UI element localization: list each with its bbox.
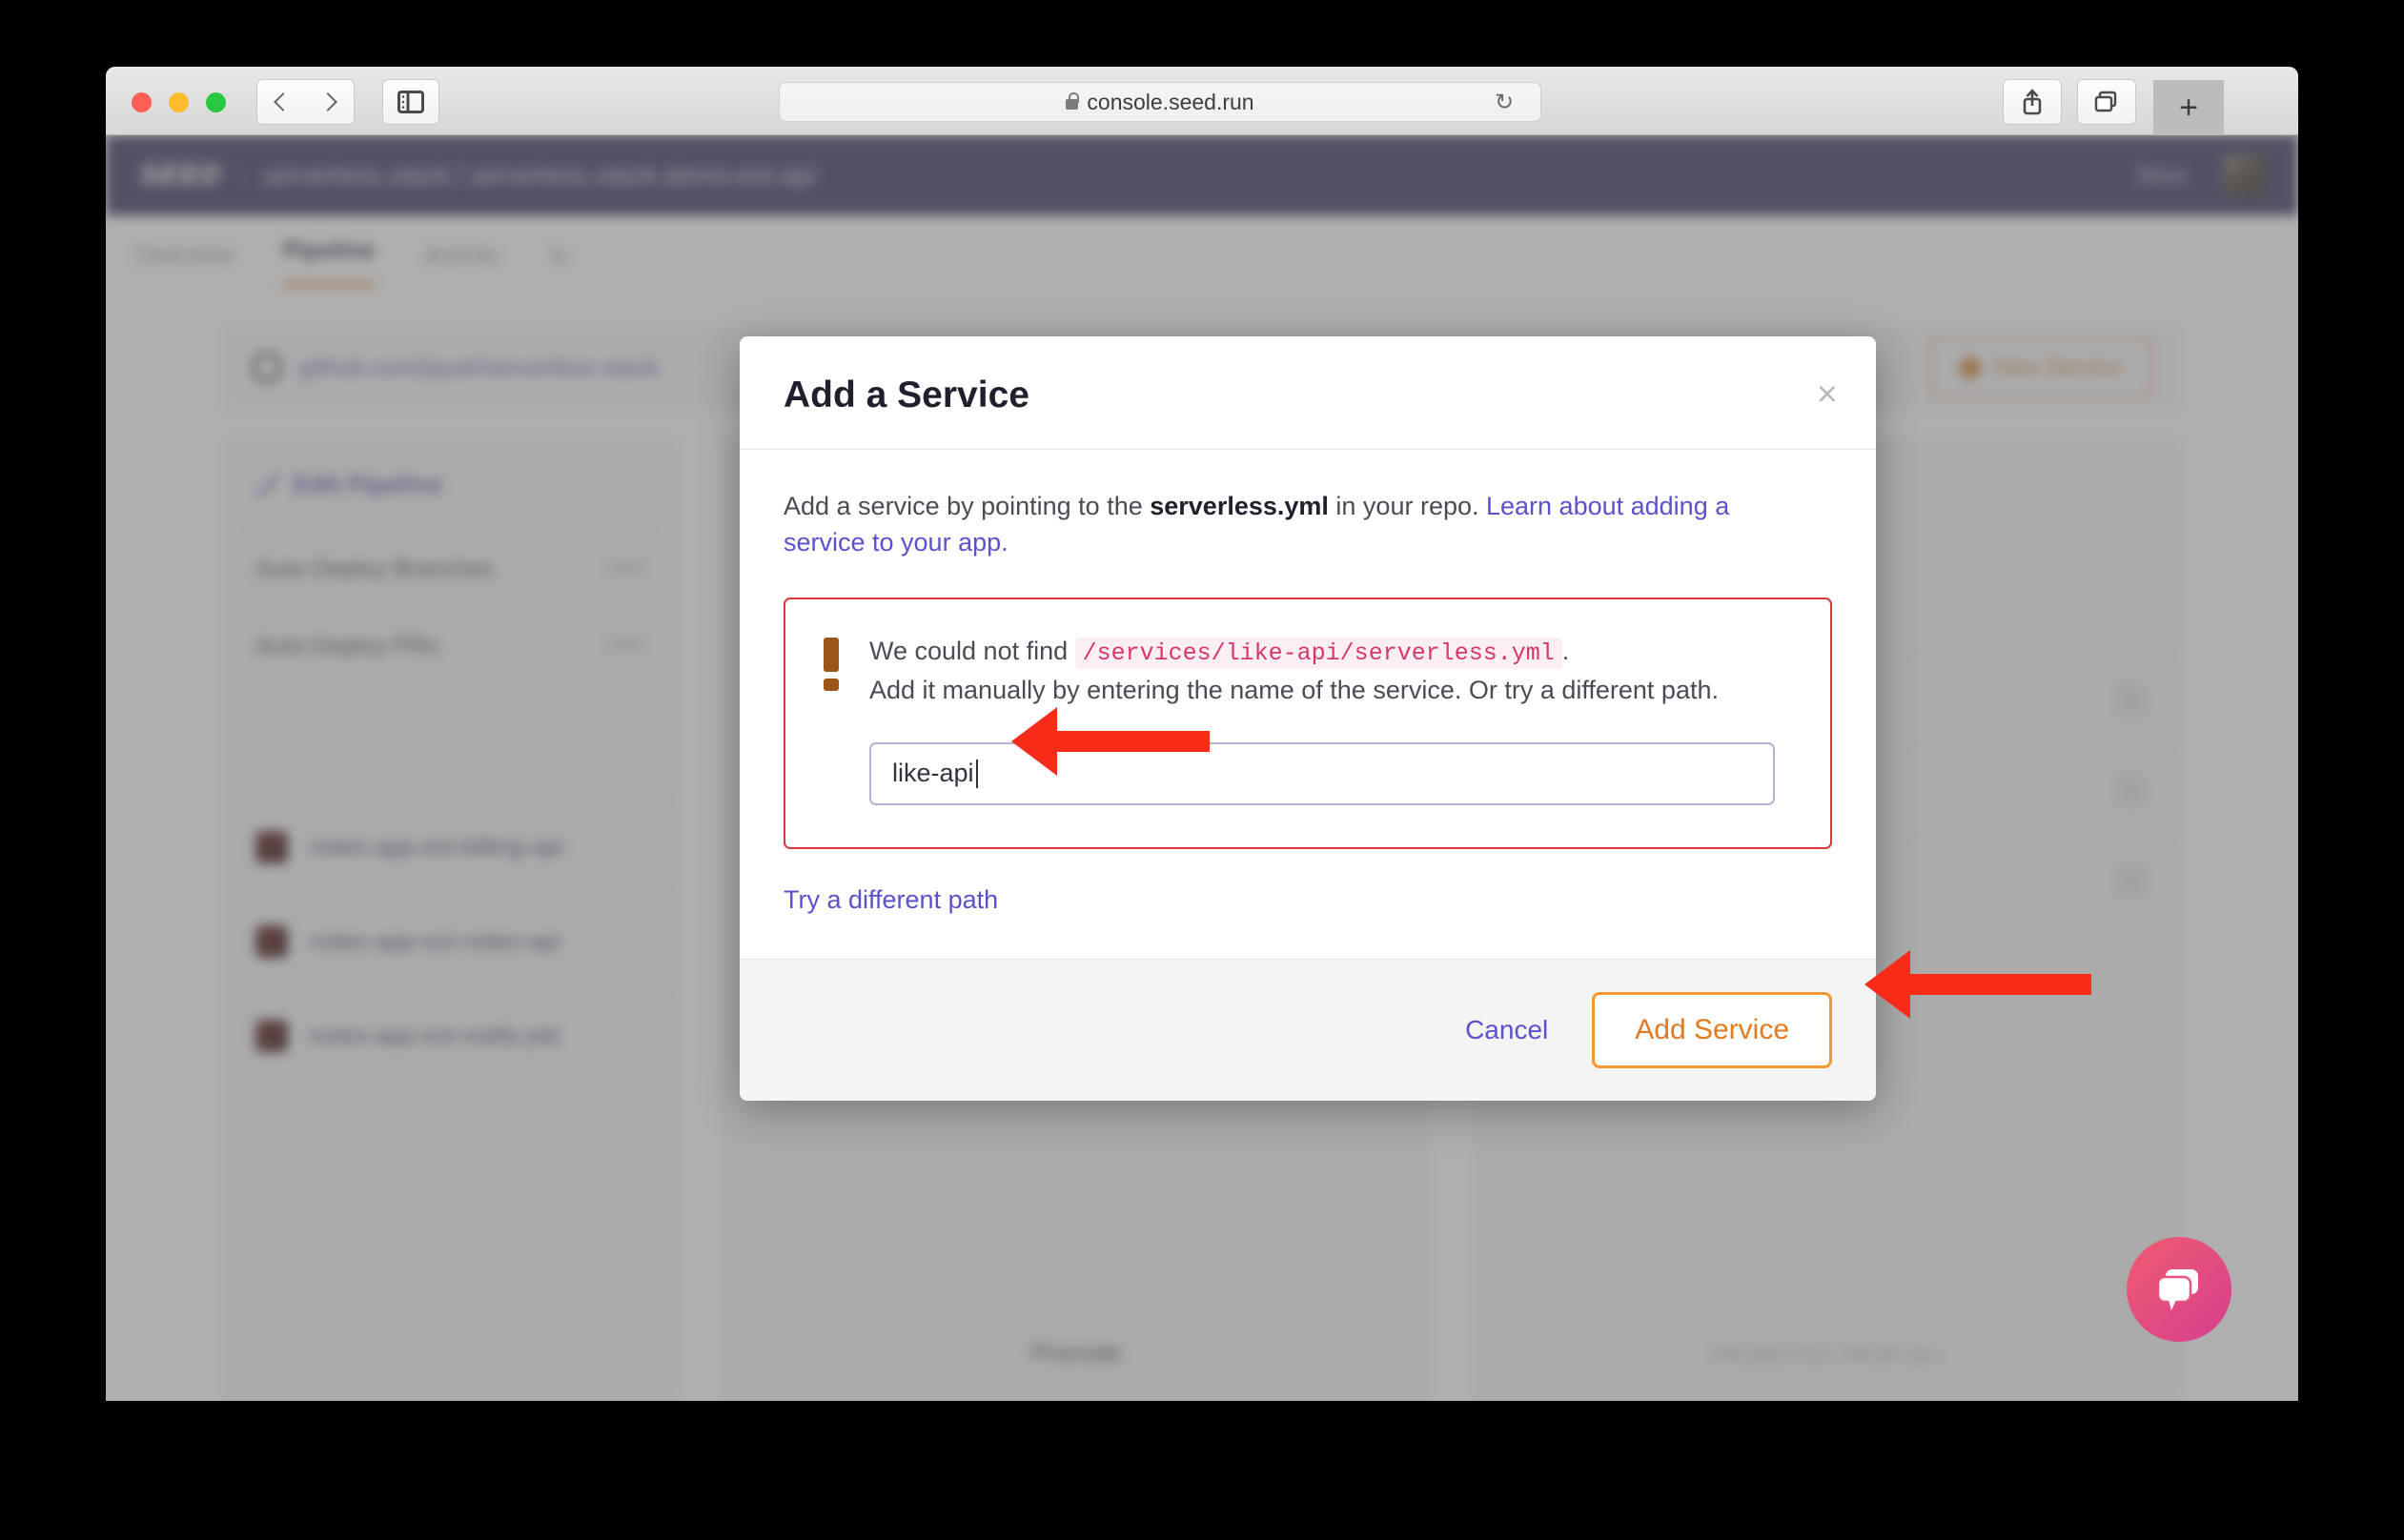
maximize-window-button[interactable] bbox=[206, 92, 226, 112]
new-tab-label: + bbox=[2179, 90, 2198, 126]
dialog-header: Add a Service × bbox=[740, 336, 1876, 450]
error-line-2: Add it manually by entering the name of … bbox=[869, 676, 1719, 705]
arrow-shaft bbox=[1057, 731, 1210, 752]
description-filename: serverless.yml bbox=[1150, 492, 1329, 520]
tab-overview-button[interactable] bbox=[2077, 79, 2136, 125]
error-suffix: . bbox=[1561, 636, 1570, 665]
add-service-dialog: Add a Service × Add a service by pointin… bbox=[740, 336, 1876, 1101]
chat-widget-button[interactable] bbox=[2127, 1237, 2231, 1342]
arrow-head-icon bbox=[1011, 707, 1057, 776]
missing-file-path: /services/like-api/serverless.yml bbox=[1074, 637, 1562, 669]
sidebar-toggle-icon bbox=[397, 91, 424, 113]
description-mid: in your repo. bbox=[1328, 492, 1486, 520]
share-icon bbox=[2023, 89, 2042, 115]
browser-toolbar: console.seed.run ↻ + bbox=[106, 67, 2298, 135]
warning-icon bbox=[824, 632, 841, 805]
close-icon[interactable]: × bbox=[1817, 376, 1838, 413]
new-tab-button[interactable]: + bbox=[2153, 80, 2224, 135]
service-name-input[interactable]: like-api bbox=[869, 741, 1775, 805]
add-service-button[interactable]: Add Service bbox=[1592, 991, 1832, 1068]
page-title: Add a Service bbox=[784, 375, 1029, 415]
arrow-head-icon bbox=[1864, 950, 1910, 1019]
chevron-left-icon bbox=[274, 92, 293, 111]
browser-window: console.seed.run ↻ + SEED › serv bbox=[106, 67, 2298, 1401]
close-window-button[interactable] bbox=[132, 92, 152, 112]
annotation-arrow-to-input bbox=[1011, 707, 1210, 776]
minimize-window-button[interactable] bbox=[169, 92, 189, 112]
error-line-1: We could not find /services/like-api/ser… bbox=[869, 632, 1792, 672]
description-lead: Add a service by pointing to the bbox=[784, 492, 1151, 520]
tab-overview-icon bbox=[2094, 91, 2117, 112]
forward-button[interactable] bbox=[305, 79, 355, 125]
reload-button[interactable]: ↻ bbox=[1495, 91, 1519, 116]
text-cursor bbox=[975, 759, 978, 788]
chat-bubble-icon bbox=[2156, 1269, 2198, 1310]
error-content: We could not find /services/like-api/ser… bbox=[869, 632, 1792, 805]
error-panel: We could not find /services/like-api/ser… bbox=[784, 597, 1832, 849]
url-text: console.seed.run bbox=[1087, 89, 1254, 114]
chevron-right-icon bbox=[317, 92, 337, 111]
page-viewport: SEED › serverless-stack / serverless-sta… bbox=[106, 135, 2298, 1401]
dialog-description: Add a service by pointing to the serverl… bbox=[784, 488, 1794, 561]
annotation-arrow-to-add-service bbox=[1864, 950, 2091, 1019]
back-button[interactable] bbox=[256, 79, 306, 125]
error-prefix: We could not find bbox=[869, 636, 1075, 665]
arrow-shaft bbox=[1910, 974, 2091, 995]
address-bar[interactable]: console.seed.run ↻ bbox=[779, 82, 1541, 122]
share-button[interactable] bbox=[2003, 79, 2062, 125]
cancel-button[interactable]: Cancel bbox=[1465, 1015, 1548, 1045]
lock-icon bbox=[1066, 91, 1080, 110]
window-controls bbox=[132, 92, 226, 112]
service-name-input-value: like-api bbox=[892, 759, 974, 788]
dialog-footer: Cancel Add Service bbox=[740, 958, 1876, 1101]
dialog-body: Add a service by pointing to the serverl… bbox=[740, 450, 1876, 959]
sidebar-toggle-button[interactable] bbox=[382, 79, 439, 125]
try-different-path-link[interactable]: Try a different path bbox=[784, 885, 998, 915]
